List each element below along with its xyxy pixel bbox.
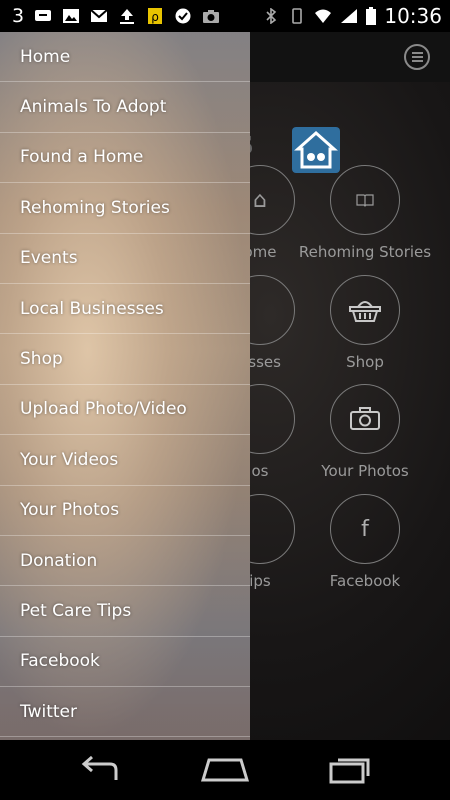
recents-icon (329, 758, 370, 784)
home-button[interactable] (200, 754, 250, 786)
drawer-item-upload-photo-video[interactable]: Upload Photo/Video (0, 385, 250, 436)
check-icon (175, 8, 191, 24)
drawer-item-shop[interactable]: Shop (0, 334, 250, 385)
home-nav-icon (200, 758, 250, 782)
drawer-item-pet-care-tips[interactable]: Pet Care Tips (0, 586, 250, 637)
vibrate-icon (292, 8, 303, 24)
tile-shop[interactable]: Shop (295, 275, 435, 371)
app-icon: ρ (148, 8, 163, 24)
tile-your-photos[interactable]: Your Photos (295, 384, 435, 480)
basket-icon (330, 275, 400, 345)
drawer-item-animals-to-adopt[interactable]: Animals To Adopt (0, 82, 250, 133)
tile-rehoming-stories[interactable]: Rehoming Stories (295, 165, 435, 261)
image-icon (63, 9, 80, 23)
signal-icon (341, 9, 358, 23)
tile-label: Rehoming Stories (298, 243, 432, 261)
gmail-icon (90, 9, 108, 22)
battery-icon (366, 7, 377, 25)
drawer-item-facebook[interactable]: Facebook (0, 637, 250, 688)
drawer-item-local-businesses[interactable]: Local Businesses (0, 284, 250, 335)
status-bar: 3 ρ 10:36 (0, 0, 450, 32)
drawer-item-donation[interactable]: Donation (0, 536, 250, 587)
drawer-item-found-a-home[interactable]: Found a Home (0, 133, 250, 184)
wifi-icon (315, 9, 332, 23)
drawer-item-your-videos[interactable]: Your Videos (0, 435, 250, 486)
book-icon (330, 165, 400, 235)
bluetooth-icon (266, 8, 277, 24)
status-time: 10:36 (384, 4, 442, 28)
drawer-item-your-photos[interactable]: Your Photos (0, 486, 250, 536)
camera-icon (203, 10, 220, 23)
drawer-item-home[interactable]: Home (0, 32, 250, 83)
tile-label: Your Photos (321, 462, 409, 480)
tile-label: Shop (346, 353, 384, 371)
notification-count: 3 (12, 5, 25, 27)
system-status: 10:36 (262, 4, 442, 28)
facebook-icon: f (330, 494, 400, 564)
menu-icon[interactable] (404, 44, 430, 70)
notification-icons: 3 ρ (12, 5, 220, 27)
camera-icon (330, 384, 400, 454)
navigation-drawer: Home Animals To Adopt Found a Home Rehoming… (0, 32, 250, 740)
back-icon (81, 755, 118, 780)
tile-facebook[interactable]: f Facebook (295, 494, 435, 590)
svg-text:ρ: ρ (151, 10, 159, 24)
back-button[interactable] (76, 754, 126, 786)
system-navigation-bar (0, 740, 450, 800)
drawer-item-twitter[interactable]: Twitter (0, 687, 250, 738)
drawer-item-events[interactable]: Events (0, 234, 250, 284)
upload-icon (120, 9, 135, 24)
drawer-item-rehoming-stories[interactable]: Rehoming Stories (0, 183, 250, 234)
sms-icon (35, 10, 52, 21)
recents-button[interactable] (326, 754, 376, 786)
tile-label: Facebook (329, 572, 401, 590)
